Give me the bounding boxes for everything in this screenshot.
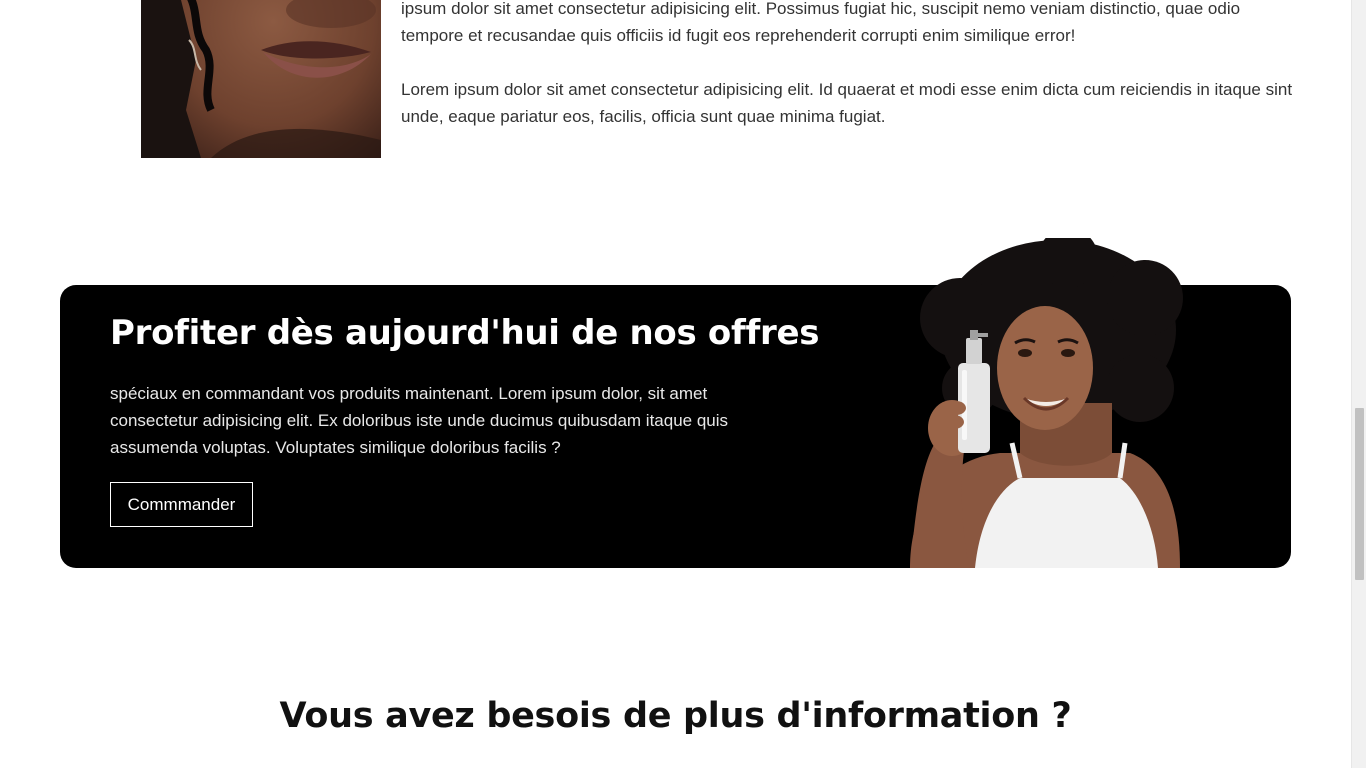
- about-paragraph-2: Lorem ipsum dolor sit amet consectetur a…: [401, 80, 1293, 126]
- page: ipsum dolor sit amet consectetur adipisi…: [0, 0, 1351, 768]
- offer-description: spéciaux en commandant vos produits main…: [110, 384, 729, 457]
- info-title: Vous avez besois de plus d'information ?: [279, 696, 1072, 736]
- model-with-product-image: [890, 228, 1190, 568]
- page-scrollbar[interactable]: [1351, 0, 1366, 768]
- about-text: ipsum dolor sit amet consectetur adipisi…: [401, 0, 1293, 157]
- about-paragraph-1: ipsum dolor sit amet consectetur adipisi…: [401, 0, 1241, 45]
- order-button[interactable]: Commmander: [110, 482, 253, 527]
- about-portrait-image: [141, 0, 381, 158]
- offer-title: Profiter dès aujourd'hui de nos offres: [110, 313, 820, 353]
- scrollbar-thumb[interactable]: [1355, 408, 1364, 580]
